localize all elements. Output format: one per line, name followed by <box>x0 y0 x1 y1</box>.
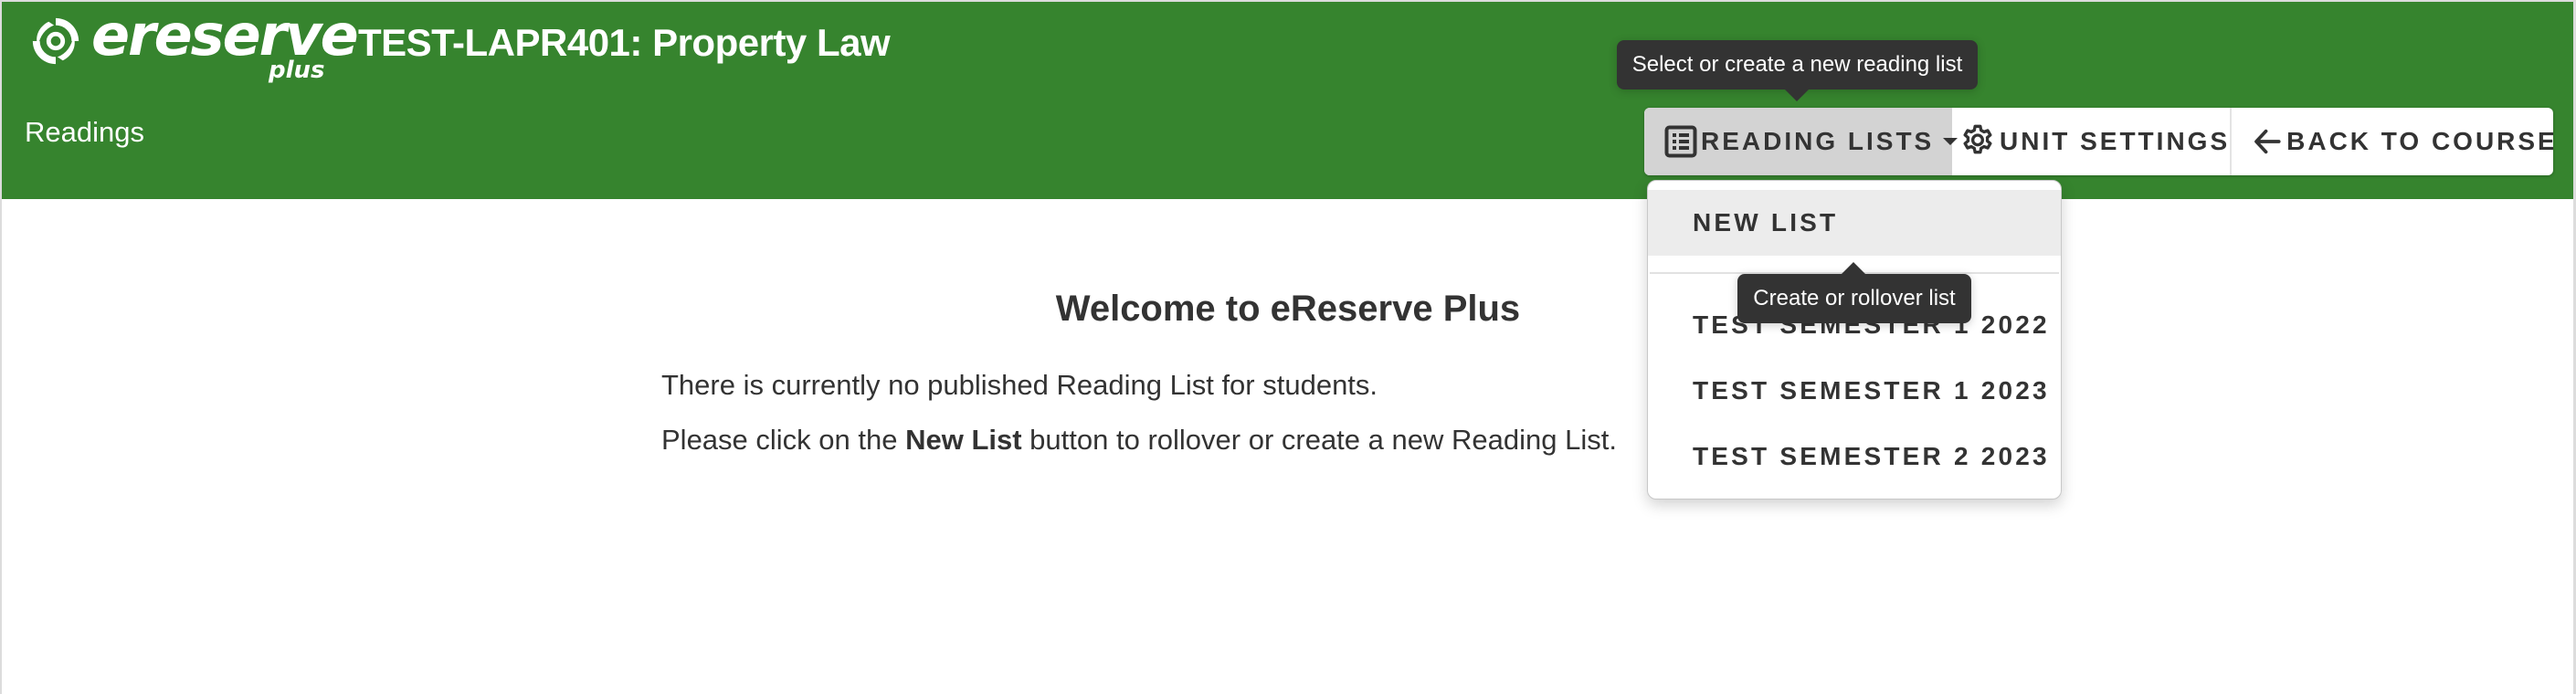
menu-item-list[interactable]: TEST SEMESTER 2 2023 <box>1648 424 2061 489</box>
welcome-heading: Welcome to eReserve Plus <box>1055 289 1521 329</box>
new-list-tooltip: Create or rollover list <box>1737 262 1971 323</box>
tooltip-arrow <box>1842 262 1865 274</box>
instruction-post: button to rollover or create a new Readi… <box>1021 424 1617 456</box>
reading-lists-label: READING LISTS <box>1701 127 1935 155</box>
unit-settings-button[interactable]: UNIT SETTINGS <box>1952 108 2233 175</box>
menu-item-label: NEW LIST <box>1693 208 1839 237</box>
toolbar-button-group: READING LISTS UNIT SETTINGS BACK TO COUR… <box>1644 108 2553 175</box>
reading-lists-tooltip: Select or create a new reading list <box>1617 40 1978 101</box>
course-title: TEST-LAPR401: Property Law <box>358 21 891 64</box>
list-alt-icon <box>1664 125 1697 158</box>
ereserve-logo[interactable]: ereserve plus <box>29 7 359 86</box>
menu-item-list[interactable]: TEST SEMESTER 1 2023 <box>1648 358 2061 424</box>
back-to-course-label: BACK TO COURSE <box>2286 127 2553 155</box>
gear-icon <box>1963 124 1992 154</box>
tooltip-text: Select or create a new reading list <box>1631 52 1963 77</box>
reading-lists-dropdown: NEW LIST TEST SEMESTER 1 2022 TEST SEMES… <box>1647 180 2062 499</box>
reading-lists-button[interactable]: READING LISTS <box>1644 108 1958 175</box>
swirl-logo-icon <box>32 17 79 65</box>
instruction-pre: Please click on the <box>661 424 906 456</box>
tooltip-text: Create or rollover list <box>1753 286 1956 310</box>
menu-item-new-list[interactable]: NEW LIST <box>1648 190 2061 256</box>
menu-item-label: TEST SEMESTER 1 2023 <box>1693 376 2050 405</box>
back-to-course-button[interactable]: BACK TO COURSE <box>2232 108 2553 175</box>
subnav-readings[interactable]: Readings <box>25 116 144 148</box>
menu-item-label: TEST SEMESTER 2 2023 <box>1693 442 2050 470</box>
instruction-bold: New List <box>905 424 1022 456</box>
logo-wordmark: ereserve <box>91 2 359 68</box>
tooltip-arrow <box>1785 89 1809 101</box>
logo-plus: plus <box>269 57 325 84</box>
no-list-message: There is currently no published Reading … <box>661 369 1378 401</box>
unit-settings-label: UNIT SETTINGS <box>2000 127 2231 155</box>
instruction-message: Please click on the New List button to r… <box>661 423 1617 457</box>
arrow-left-icon <box>2254 129 2281 154</box>
